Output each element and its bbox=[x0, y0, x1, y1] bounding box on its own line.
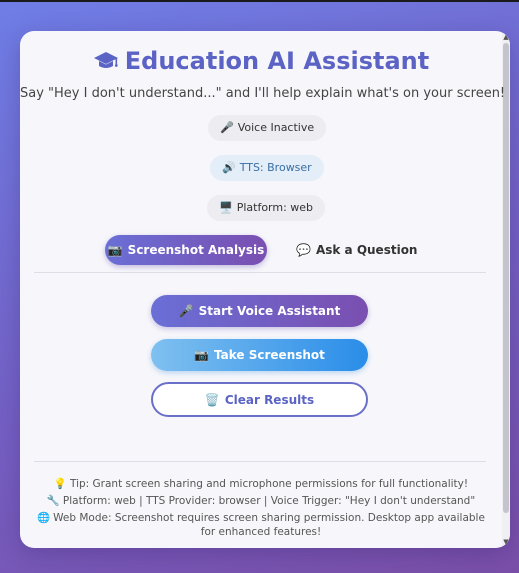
scroll-up-icon[interactable]: ▲ bbox=[503, 33, 509, 41]
start-voice-assistant-button[interactable]: 🎤 Start Voice Assistant bbox=[151, 295, 368, 327]
scroll-down-icon[interactable]: ▼ bbox=[503, 538, 509, 546]
page-title: Education AI Assistant bbox=[20, 47, 502, 78]
wrench-icon: 🔧 bbox=[46, 495, 60, 507]
window-top-edge bbox=[0, 0, 519, 2]
vertical-scrollbar[interactable]: ▲ ▼ bbox=[502, 31, 510, 548]
tab-divider bbox=[34, 272, 486, 273]
speech-bubble-icon: 💬 bbox=[296, 243, 311, 257]
graduation-cap-icon bbox=[93, 50, 119, 78]
camera-icon: 📷 bbox=[194, 348, 210, 362]
camera-icon: 📷 bbox=[107, 243, 123, 257]
tab-screenshot-analysis[interactable]: 📷 Screenshot Analysis bbox=[105, 235, 267, 265]
footer-platform-info: 🔧 Platform: web | TTS Provider: browser |… bbox=[34, 494, 488, 507]
monitor-icon: 🖥️ bbox=[219, 201, 233, 214]
tab-ask-question[interactable]: 💬 Ask a Question bbox=[296, 235, 417, 265]
voice-status-text: Voice Inactive bbox=[237, 121, 315, 134]
button-label: Start Voice Assistant bbox=[198, 304, 341, 318]
voice-status-badge: 🎤 Voice Inactive bbox=[208, 115, 327, 141]
tts-status-text: TTS: Browser bbox=[239, 161, 312, 174]
platform-status-badge: 🖥️ Platform: web bbox=[207, 195, 326, 221]
button-label: Take Screenshot bbox=[214, 348, 325, 362]
tab-label: Ask a Question bbox=[315, 243, 418, 257]
footer-tip-text: Tip: Grant screen sharing and microphone… bbox=[69, 478, 469, 490]
lightbulb-icon: 💡 bbox=[53, 478, 67, 490]
footer-tip: 💡 Tip: Grant screen sharing and microphon… bbox=[34, 477, 488, 490]
microphone-icon: 🎤 bbox=[220, 121, 234, 134]
page-title-text: Education AI Assistant bbox=[124, 47, 430, 75]
footer-web-mode: 🌐 Web Mode: Screenshot requires screen sh… bbox=[34, 511, 488, 539]
trash-icon: 🗑️ bbox=[204, 393, 220, 407]
clear-results-button[interactable]: 🗑️ Clear Results bbox=[151, 382, 368, 417]
microphone-icon: 🎤 bbox=[178, 304, 194, 318]
platform-status-text: Platform: web bbox=[236, 201, 314, 214]
footer-info-text: Platform: web | TTS Provider: browser | … bbox=[62, 495, 476, 507]
page-subtitle: Say "Hey I don't understand..." and I'll… bbox=[20, 86, 506, 101]
footer-web-text: Web Mode: Screenshot requires screen sha… bbox=[53, 512, 485, 538]
take-screenshot-button[interactable]: 📷 Take Screenshot bbox=[151, 339, 368, 371]
tts-status-badge: 🔊 TTS: Browser bbox=[210, 155, 324, 181]
button-label: Clear Results bbox=[224, 393, 315, 407]
assistant-panel: ▲ ▼ Education AI Assistant Say "Hey I do… bbox=[20, 31, 510, 548]
scroll-thumb[interactable] bbox=[503, 43, 509, 513]
tab-label: Screenshot Analysis bbox=[127, 243, 265, 257]
speaker-icon: 🔊 bbox=[222, 161, 236, 174]
footer-divider bbox=[34, 461, 486, 462]
globe-icon: 🌐 bbox=[37, 512, 51, 524]
